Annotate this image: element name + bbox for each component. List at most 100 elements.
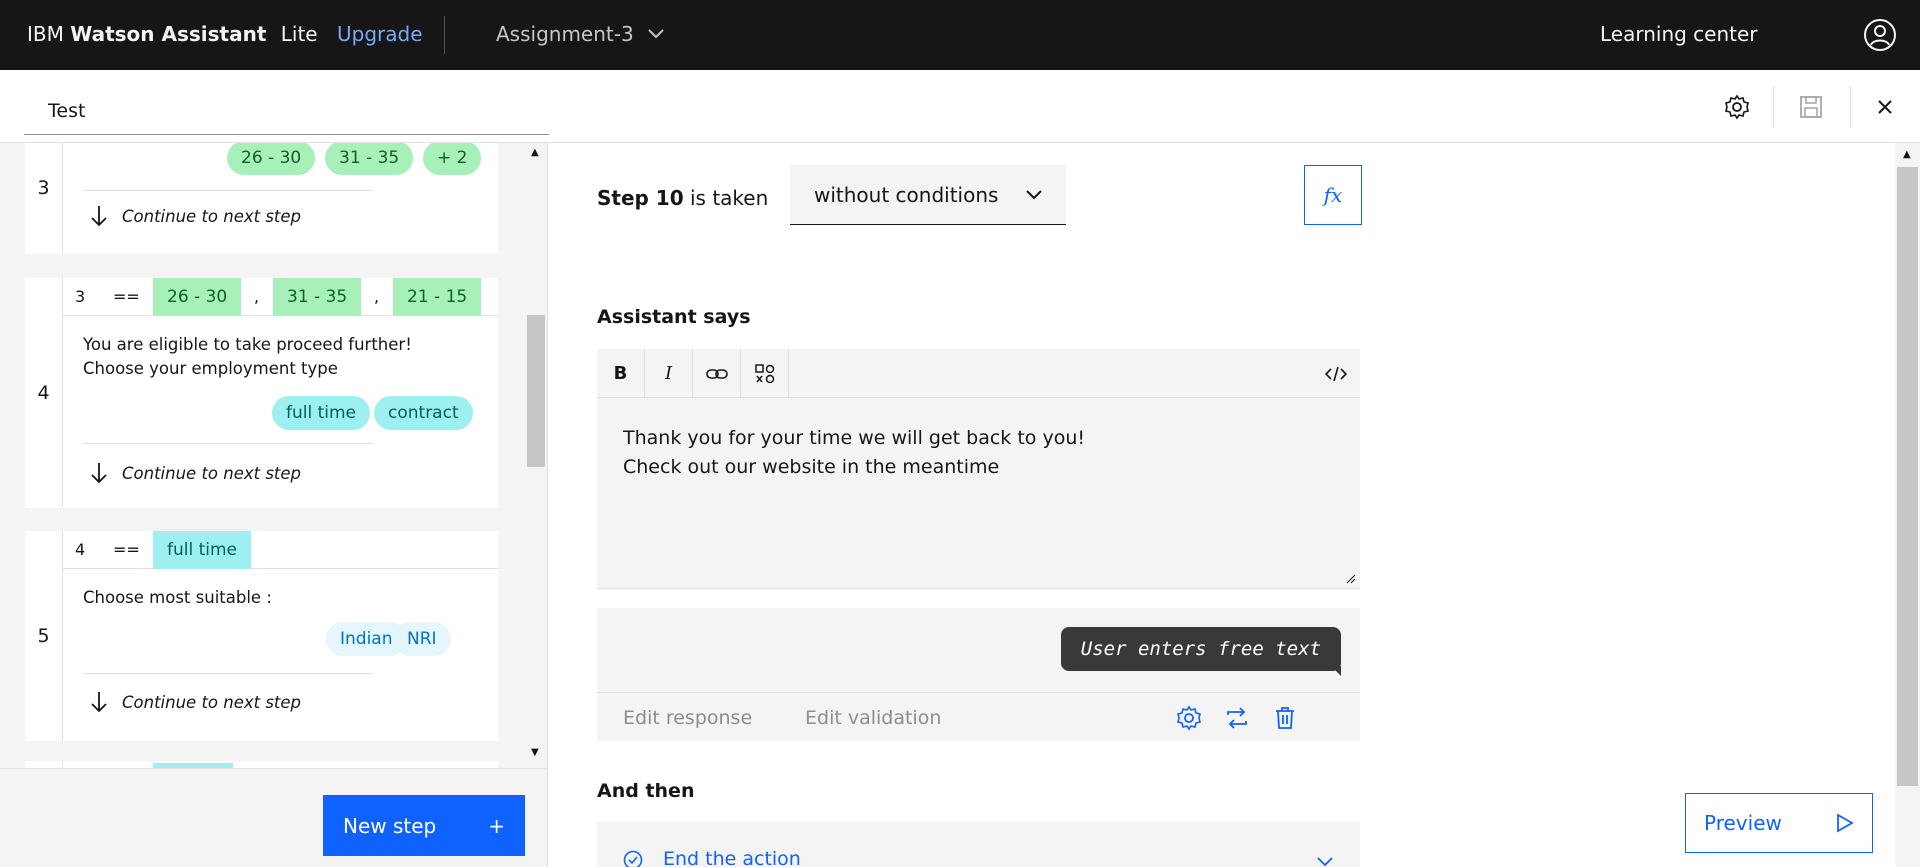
step-taken-suffix: is taken bbox=[690, 186, 769, 210]
arrow-down-icon bbox=[91, 463, 107, 484]
preview-button[interactable]: Preview bbox=[1685, 793, 1873, 853]
scroll-up-icon[interactable]: ▲ bbox=[1903, 149, 1911, 160]
italic-button[interactable]: I bbox=[645, 349, 693, 398]
function-icon: fx bbox=[1323, 183, 1343, 207]
divider bbox=[83, 190, 373, 191]
checkmark-circle-icon bbox=[623, 850, 643, 867]
editor-line: Check out our website in the meantime bbox=[623, 456, 1000, 478]
steps-list[interactable]: 3 26 - 30 31 - 35 + 2 Continue to next s… bbox=[0, 143, 525, 768]
continue-label: Continue to next step bbox=[122, 206, 302, 226]
response-chip-more[interactable]: + 2 bbox=[423, 143, 482, 175]
assistant-message: You are eligible to take proceed further… bbox=[83, 333, 412, 381]
step-card-4[interactable]: 4 3 == 26 - 30 , 31 - 35 , 21 - 15 You a… bbox=[25, 278, 498, 508]
tab-test-label: Test bbox=[48, 100, 86, 122]
save-icon[interactable] bbox=[1798, 94, 1824, 120]
insert-options-button[interactable] bbox=[741, 349, 789, 398]
step-card-6[interactable] bbox=[25, 761, 498, 768]
step-number: 5 bbox=[25, 531, 63, 741]
continue-label: Continue to next step bbox=[122, 463, 302, 483]
italic-icon: I bbox=[664, 363, 673, 384]
step-number: 4 bbox=[25, 278, 63, 508]
brand-ibm: IBM bbox=[27, 22, 64, 46]
response-chip: NRI bbox=[393, 622, 451, 656]
response-chip: 31 - 35 bbox=[325, 143, 414, 175]
condition-dropdown[interactable]: without conditions bbox=[790, 165, 1066, 225]
tab-test[interactable]: Test bbox=[24, 70, 549, 135]
step-number: 3 bbox=[25, 143, 63, 254]
condition-operator: == bbox=[113, 540, 140, 559]
scroll-up-icon[interactable]: ▲ bbox=[531, 147, 539, 158]
rich-text-toolbar: B I bbox=[597, 349, 1360, 398]
new-step-label: New step bbox=[343, 813, 437, 838]
message-line: Choose your employment type bbox=[83, 359, 338, 378]
swap-icon[interactable] bbox=[1224, 705, 1250, 731]
bold-icon: B bbox=[613, 363, 628, 384]
arrow-down-icon bbox=[91, 206, 107, 227]
condition-dropdown-value: without conditions bbox=[814, 182, 999, 207]
subheader-divider bbox=[1850, 86, 1851, 128]
code-icon bbox=[1325, 366, 1347, 381]
condition-separator: , bbox=[254, 287, 260, 306]
brand-plan: Lite bbox=[280, 22, 318, 46]
editor-scrollbar[interactable]: ▲ bbox=[1895, 143, 1920, 867]
edit-response-link[interactable]: Edit response bbox=[623, 707, 752, 729]
step-body: 4 == full time Choose most suitable : In… bbox=[63, 531, 498, 741]
divider bbox=[83, 673, 373, 674]
condition-separator: , bbox=[374, 287, 380, 306]
editor-content[interactable]: Thank you for your time we will get back… bbox=[623, 424, 1085, 482]
condition-value: 31 - 35 bbox=[273, 278, 362, 316]
sub-header: Test bbox=[0, 70, 1920, 143]
upgrade-link[interactable]: Upgrade bbox=[337, 22, 423, 46]
user-response-bubble: User enters free text bbox=[1060, 627, 1341, 671]
assistant-name: Assignment-3 bbox=[496, 22, 634, 46]
learning-center-link[interactable]: Learning center bbox=[1600, 22, 1758, 46]
end-action-dropdown[interactable]: End the action bbox=[597, 822, 1360, 867]
end-action-label: End the action bbox=[663, 848, 801, 867]
condition-step-ref: 4 bbox=[75, 540, 86, 559]
bold-button[interactable]: B bbox=[597, 349, 645, 398]
delete-trash-icon[interactable] bbox=[1272, 705, 1298, 731]
step-body: 26 - 30 31 - 35 + 2 Continue to next ste… bbox=[63, 143, 498, 254]
user-avatar-icon[interactable] bbox=[1863, 18, 1897, 52]
variables-fx-button[interactable]: fx bbox=[1304, 165, 1362, 225]
continue-to-next-step: Continue to next step bbox=[90, 205, 301, 227]
steps-scrollbar[interactable]: ▲ ▼ bbox=[525, 143, 547, 768]
step-card-3[interactable]: 3 26 - 30 31 - 35 + 2 Continue to next s… bbox=[25, 143, 498, 254]
brand[interactable]: IBM Watson Assistant Lite bbox=[27, 22, 318, 46]
edit-validation-link[interactable]: Edit validation bbox=[805, 707, 941, 729]
plus-icon: + bbox=[488, 813, 505, 838]
message-line: You are eligible to take proceed further… bbox=[83, 335, 412, 354]
step-card-5[interactable]: 5 4 == full time Choose most suitable : … bbox=[25, 531, 498, 741]
settings-gear-icon[interactable] bbox=[1176, 705, 1202, 731]
customer-response-block: User enters free text Edit response Edit… bbox=[597, 608, 1360, 741]
scroll-down-icon[interactable]: ▼ bbox=[531, 747, 539, 758]
steps-footer: New step + bbox=[0, 768, 547, 867]
assistant-selector[interactable]: Assignment-3 bbox=[496, 22, 664, 46]
response-chip: 26 - 30 bbox=[227, 143, 316, 175]
code-view-button[interactable] bbox=[1312, 349, 1360, 398]
new-step-button[interactable]: New step + bbox=[323, 795, 525, 856]
scroll-thumb[interactable] bbox=[1897, 167, 1918, 786]
condition-operator: == bbox=[113, 287, 140, 306]
continue-to-next-step: Continue to next step bbox=[90, 691, 301, 713]
top-header: IBM Watson Assistant Lite Upgrade Assign… bbox=[0, 0, 1920, 70]
link-button[interactable] bbox=[693, 349, 741, 398]
settings-gear-icon[interactable] bbox=[1724, 94, 1750, 120]
assistant-says-editor[interactable]: B I Thank you for your time we will get … bbox=[597, 349, 1360, 589]
condition-value: 21 - 15 bbox=[393, 278, 482, 316]
chevron-down-icon bbox=[647, 29, 664, 39]
brand-product: Watson Assistant bbox=[70, 22, 267, 46]
steps-panel: 3 26 - 30 31 - 35 + 2 Continue to next s… bbox=[0, 143, 548, 867]
subheader-divider bbox=[1773, 86, 1774, 128]
link-icon bbox=[705, 368, 728, 379]
preview-label: Preview bbox=[1704, 811, 1782, 835]
step-taken-label: Step 10 is taken bbox=[597, 186, 768, 210]
assistant-says-heading: Assistant says bbox=[597, 306, 751, 328]
continue-to-next-step: Continue to next step bbox=[90, 462, 301, 484]
condition-value: full time bbox=[153, 531, 252, 569]
close-icon[interactable] bbox=[1872, 94, 1898, 120]
scroll-thumb[interactable] bbox=[527, 315, 545, 467]
bubble-tail bbox=[1331, 666, 1341, 676]
options-icon bbox=[754, 363, 774, 383]
resize-handle-icon[interactable] bbox=[1346, 574, 1356, 584]
